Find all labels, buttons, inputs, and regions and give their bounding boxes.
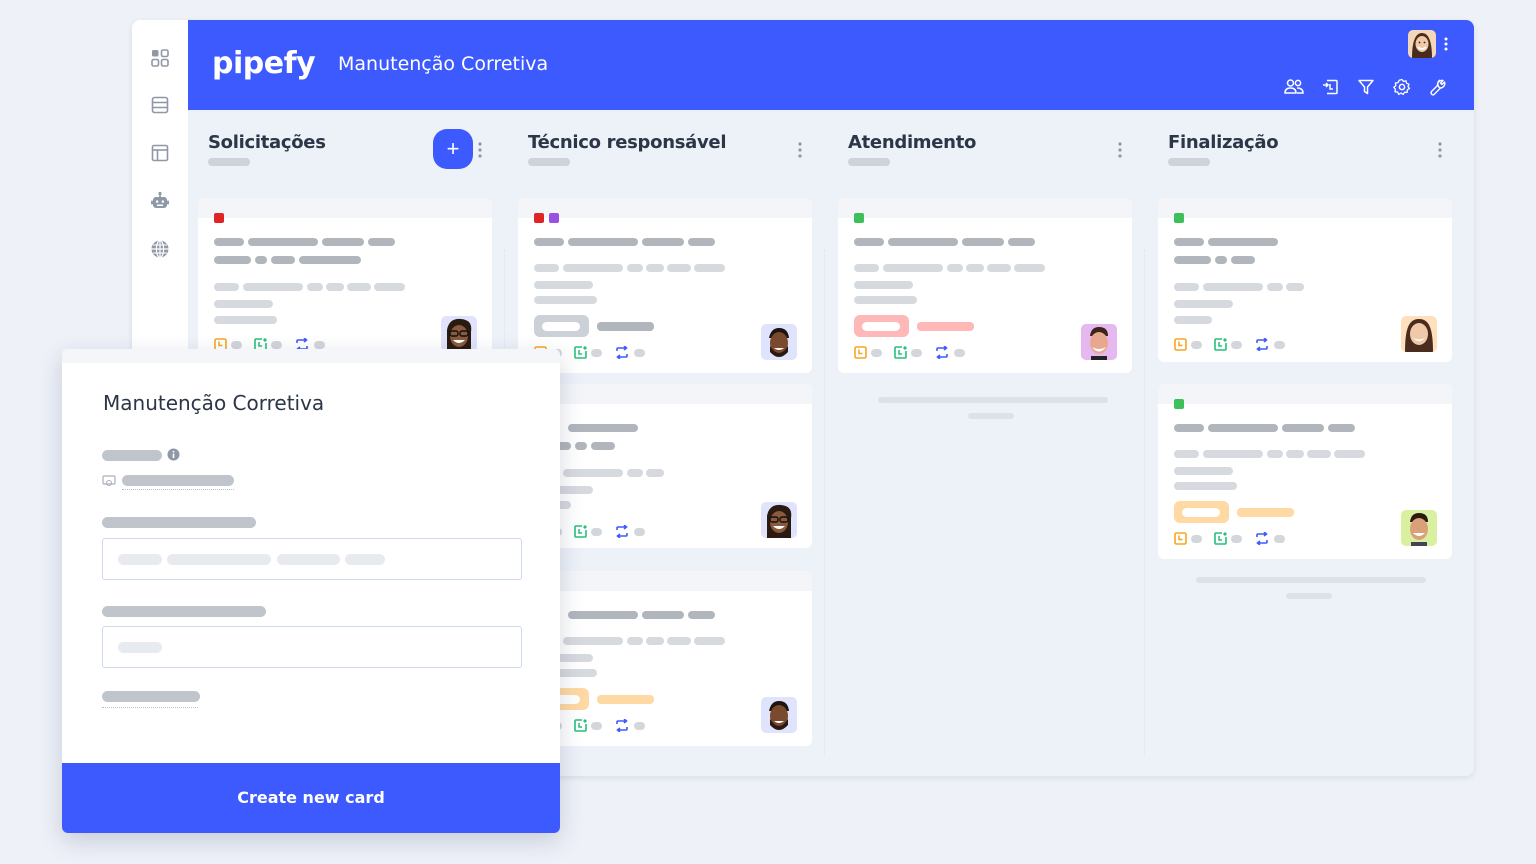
phase-count-placeholder [208, 158, 250, 166]
expiration-icon [1214, 532, 1227, 545]
expiration-icon [894, 346, 907, 359]
card-badges [854, 346, 973, 359]
recurring-icon [936, 346, 948, 359]
phase-count-placeholder [1168, 158, 1210, 166]
phase-menu-icon[interactable] [1118, 142, 1122, 158]
recurring-icon [616, 719, 628, 732]
phase-count-placeholder [528, 158, 570, 166]
phase-title: Solicitações [208, 132, 326, 153]
field-tag [534, 315, 589, 337]
filter-icon[interactable] [1356, 77, 1376, 97]
assignee-avatar [761, 502, 797, 538]
members-icon[interactable] [1284, 77, 1304, 97]
import-icon[interactable] [1320, 77, 1340, 97]
pipe-title: Manutenção Corretiva [338, 53, 549, 75]
due-date-icon [1174, 338, 1187, 351]
expiration-icon [574, 525, 587, 538]
add-card-button[interactable]: + [433, 129, 473, 169]
phase-atendimento: Atendimento [824, 110, 1132, 776]
field-label-placeholder [102, 450, 162, 461]
phase-count-placeholder [848, 158, 890, 166]
database-table-icon[interactable] [150, 95, 170, 115]
due-date-icon [1174, 532, 1187, 545]
field-label-placeholder [102, 517, 256, 528]
robot-automation-icon[interactable] [150, 191, 170, 211]
globe-icon[interactable] [150, 239, 170, 259]
card[interactable] [838, 198, 1132, 373]
load-more-placeholder [878, 397, 1108, 403]
card[interactable] [198, 198, 492, 368]
assignee-avatar [1401, 510, 1437, 546]
more-options-icon[interactable] [1444, 37, 1448, 51]
user-avatar[interactable] [1408, 30, 1436, 58]
pipe-header: pipefy Manutenção Corretiva [188, 20, 1474, 110]
phase-title: Técnico responsável [528, 132, 727, 153]
recurring-icon [1256, 532, 1268, 545]
label-green [1174, 213, 1184, 223]
field-tag [1174, 501, 1229, 523]
load-more-placeholder [1196, 577, 1426, 583]
phase-finalizacao: Finalização [1144, 110, 1452, 776]
recurring-icon [616, 525, 628, 538]
card[interactable] [518, 198, 812, 373]
text-input-field[interactable] [102, 626, 522, 668]
card[interactable] [1158, 384, 1452, 559]
load-more-placeholder [968, 413, 1014, 419]
text-input-field[interactable] [102, 538, 522, 580]
due-date-icon [854, 346, 867, 359]
attachment-image-icon [102, 474, 116, 487]
label-green [1174, 399, 1184, 409]
field-label-placeholder [102, 606, 266, 617]
modal-title: Manutenção Corretiva [103, 391, 325, 415]
card[interactable] [518, 571, 812, 746]
recurring-icon [616, 346, 628, 359]
card-badges [1174, 532, 1293, 545]
load-more-placeholder [1286, 593, 1332, 599]
dashboard-grid-icon[interactable] [150, 48, 170, 68]
label-red [534, 213, 544, 223]
info-icon[interactable] [167, 448, 180, 461]
phase-menu-icon[interactable] [478, 142, 482, 158]
phase-menu-icon[interactable] [798, 142, 802, 158]
card[interactable] [1158, 198, 1452, 362]
create-card-modal: Manutenção Corretiva Create new card [62, 349, 560, 833]
recurring-icon [1256, 338, 1268, 351]
label-green [854, 213, 864, 223]
pipefy-logo[interactable]: pipefy [212, 46, 316, 81]
field-label-placeholder[interactable] [102, 691, 200, 702]
expiration-icon [1214, 338, 1227, 351]
assignee-avatar [441, 316, 477, 352]
settings-gear-icon[interactable] [1392, 77, 1412, 97]
header-toolbar [1284, 77, 1448, 97]
card-badges [1174, 338, 1293, 351]
assignee-avatar [1081, 324, 1117, 360]
assignee-avatar [761, 324, 797, 360]
create-new-card-button[interactable]: Create new card [62, 763, 560, 833]
wrench-icon[interactable] [1428, 77, 1448, 97]
field-value-placeholder [122, 475, 234, 486]
label-purple [549, 213, 559, 223]
label-red [214, 213, 224, 223]
assignee-avatar [1401, 316, 1437, 352]
card[interactable] [518, 384, 812, 548]
phase-title: Atendimento [848, 132, 977, 153]
phase-menu-icon[interactable] [1438, 142, 1442, 158]
assignee-avatar [761, 697, 797, 733]
layout-panel-icon[interactable] [150, 143, 170, 163]
field-tag [854, 315, 909, 337]
expiration-icon [574, 346, 587, 359]
phase-title: Finalização [1168, 132, 1279, 153]
expiration-icon [574, 719, 587, 732]
